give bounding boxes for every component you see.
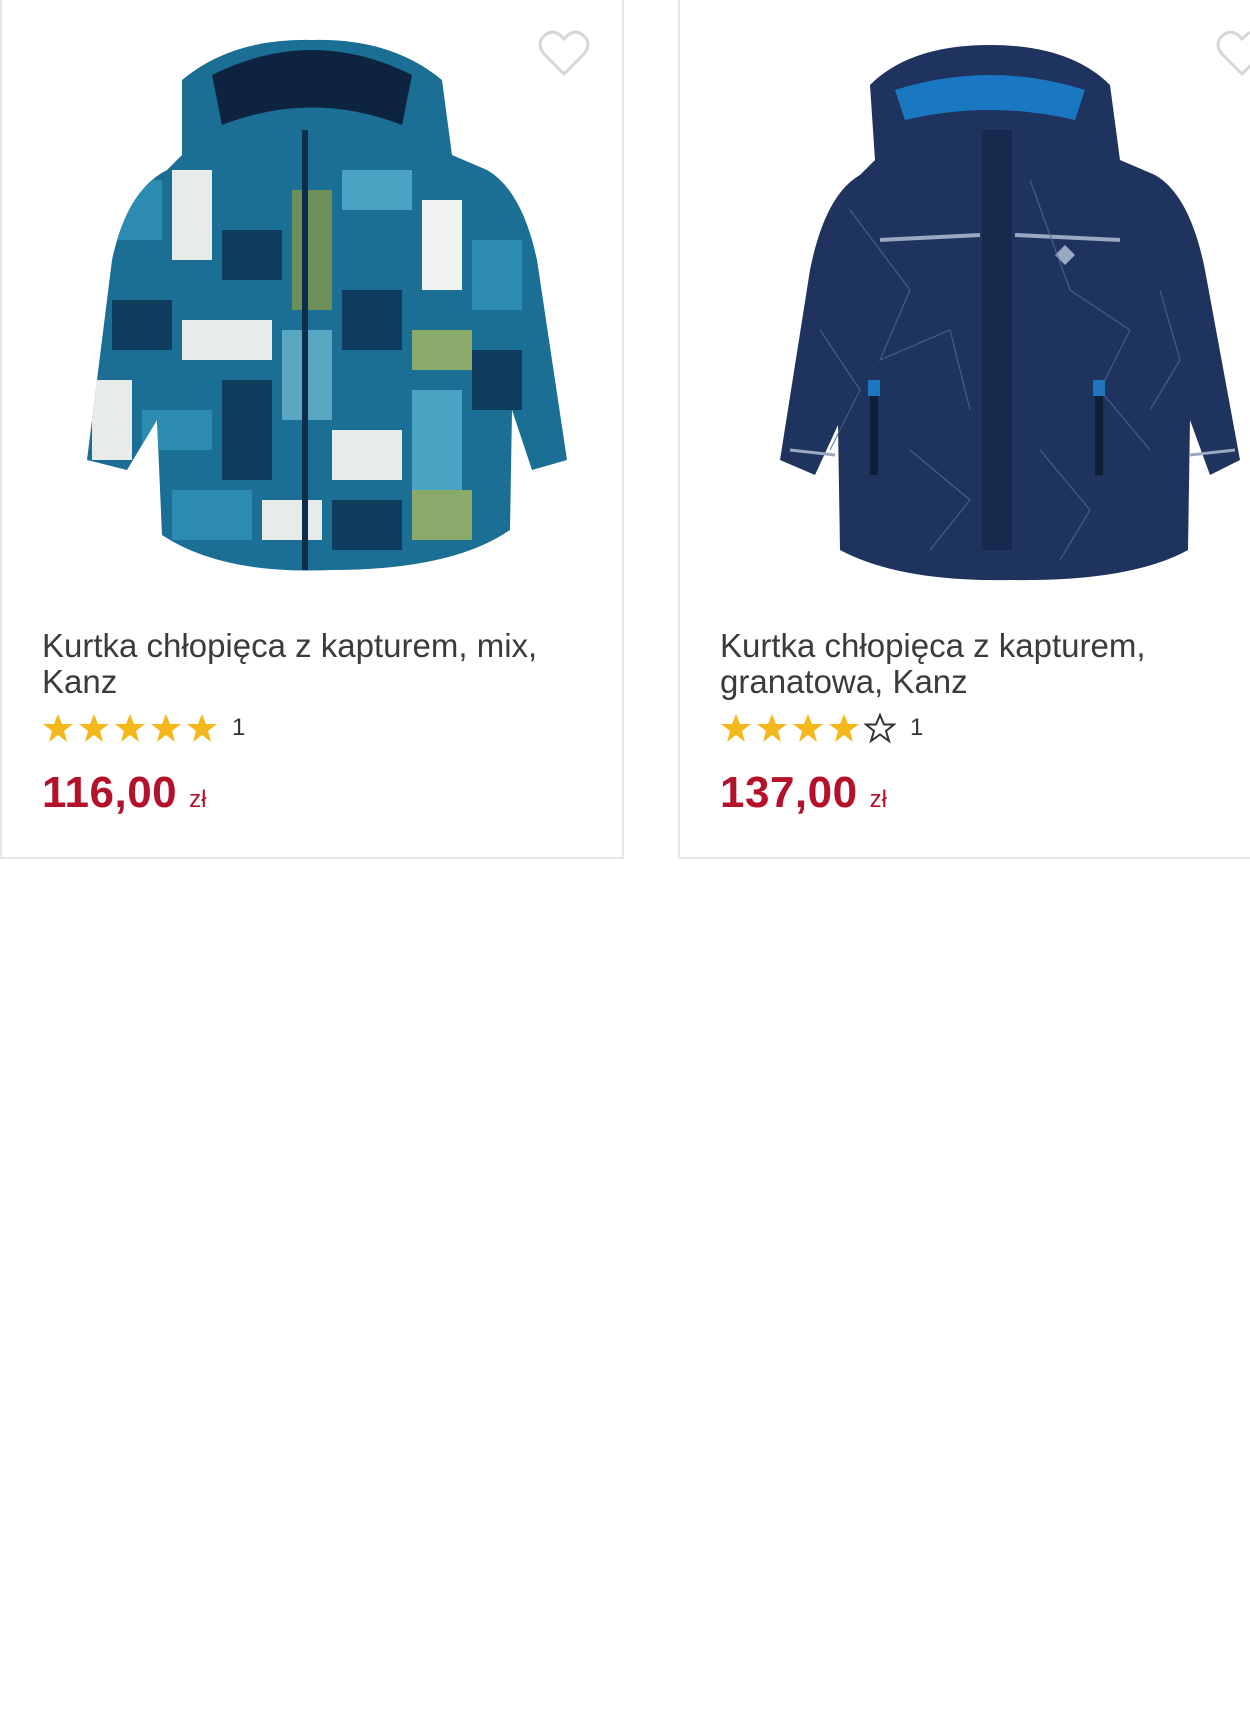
heart-outline-icon [538,30,590,77]
product-card[interactable]: Kurtka chłopięca z kapturem, granatowa, … [678,0,1250,859]
star-filled-icon [187,714,217,742]
product-rating: 1 [42,710,245,746]
product-image[interactable] [710,30,1250,590]
product-rating: 1 [720,710,923,746]
star-filled-icon [793,714,823,742]
star-filled-icon [43,714,73,742]
product-price: 137,00 zł [720,768,887,818]
star-filled-icon [79,714,109,742]
product-grid: Kurtka chłopięca z kapturem, mix, Kanz 1… [0,0,1250,862]
product-title[interactable]: Kurtka chłopięca z kapturem, mix, Kanz [42,628,582,700]
product-image-navy-jacket [780,45,1240,581]
rating-count: 1 [910,714,924,741]
product-image-mix-jacket [87,39,567,571]
price-value: 137,00 [720,768,858,817]
price-currency: zł [869,786,887,813]
price-value: 116,00 [42,768,178,817]
favorite-button[interactable] [1216,30,1250,78]
heart-outline-icon [1216,30,1250,77]
star-filled-icon [151,714,181,742]
product-image[interactable] [32,30,592,590]
star-filled-icon [721,714,751,742]
star-filled-icon [829,714,859,742]
rating-count: 1 [232,714,246,741]
price-currency: zł [189,786,207,813]
star-outline-icon [864,712,896,744]
star-filled-icon [757,714,787,742]
star-filled-icon [115,714,145,742]
product-price: 116,00 zł [42,768,207,818]
product-card[interactable]: Kurtka chłopięca z kapturem, mix, Kanz 1… [0,0,624,859]
product-title[interactable]: Kurtka chłopięca z kapturem, granatowa, … [720,628,1250,700]
favorite-button[interactable] [538,30,590,78]
